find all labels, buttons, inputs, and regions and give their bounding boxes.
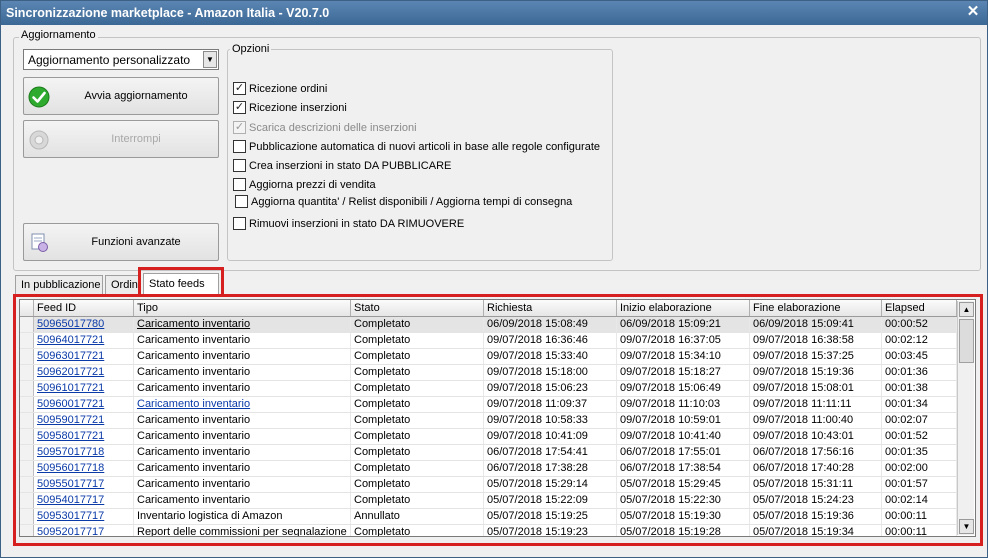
grid-highlight-frame	[13, 294, 983, 546]
option-aggiorna-prezzi[interactable]: Aggiorna prezzi di vendita	[233, 178, 376, 191]
checkbox[interactable]	[235, 195, 248, 208]
option-label: Rimuovi inserzioni in stato DA RIMUOVERE	[249, 217, 465, 230]
option-crea-inserzioni[interactable]: Crea inserzioni in stato DA PUBBLICARE	[233, 159, 451, 172]
update-mode-value: Aggiornamento personalizzato	[28, 53, 191, 67]
start-update-button[interactable]: Avvia aggiornamento	[23, 77, 219, 115]
option-label: Ricezione ordini	[249, 82, 328, 95]
option-label: Aggiorna prezzi di vendita	[249, 178, 376, 191]
option-aggiorna-quantita[interactable]: Aggiorna quantita' / Relist disponibili …	[235, 195, 572, 208]
tab-ordini[interactable]: Ordini	[105, 275, 139, 295]
checkbox[interactable]: ✓	[233, 82, 246, 95]
option-label: Ricezione inserzioni	[249, 101, 347, 114]
checkbox: ✓	[233, 121, 246, 134]
stop-label: Interrompi	[111, 133, 161, 145]
advanced-functions-button[interactable]: Funzioni avanzate	[23, 223, 219, 261]
checkbox[interactable]	[233, 140, 246, 153]
option-pubblicazione-automatica[interactable]: Pubblicazione automatica di nuovi artico…	[233, 140, 600, 153]
option-label: Crea inserzioni in stato DA PUBBLICARE	[249, 159, 452, 172]
option-label: Aggiorna quantita' / Relist disponibili …	[251, 195, 573, 208]
start-update-label: Avvia aggiornamento	[84, 90, 188, 102]
option-scarica-descrizioni: ✓ Scarica descrizioni delle inserzioni	[233, 121, 417, 134]
close-icon[interactable]: ✕	[965, 4, 981, 20]
option-ricezione-inserzioni[interactable]: ✓ Ricezione inserzioni	[233, 101, 347, 114]
window-title: Sincronizzazione marketplace - Amazon It…	[6, 6, 330, 20]
aggiornamento-legend: Aggiornamento	[19, 29, 98, 41]
option-label: Scarica descrizioni delle inserzioni	[249, 121, 417, 134]
tab-in-pubblicazione[interactable]: In pubblicazione	[15, 275, 103, 295]
document-gear-icon	[31, 233, 48, 252]
stop-button[interactable]: Interrompi	[23, 120, 219, 158]
update-mode-select[interactable]: Aggiornamento personalizzato ▼	[23, 49, 219, 70]
tab-highlight-frame	[138, 267, 224, 297]
options-legend: Opzioni	[230, 43, 272, 55]
checkbox[interactable]	[233, 159, 246, 172]
sync-window: Sincronizzazione marketplace - Amazon It…	[0, 0, 988, 558]
stop-gear-icon	[29, 130, 49, 150]
title-bar: Sincronizzazione marketplace - Amazon It…	[1, 1, 987, 25]
check-circle-icon	[28, 86, 50, 108]
advanced-functions-label: Funzioni avanzate	[91, 236, 181, 248]
option-ricezione-ordini[interactable]: ✓ Ricezione ordini	[233, 82, 327, 95]
checkbox[interactable]	[233, 217, 246, 230]
option-label: Pubblicazione automatica di nuovi artico…	[249, 140, 600, 153]
checkbox[interactable]: ✓	[233, 101, 246, 114]
checkbox[interactable]	[233, 178, 246, 191]
chevron-down-icon[interactable]: ▼	[203, 51, 217, 68]
option-rimuovi-inserzioni[interactable]: Rimuovi inserzioni in stato DA RIMUOVERE	[233, 217, 464, 230]
